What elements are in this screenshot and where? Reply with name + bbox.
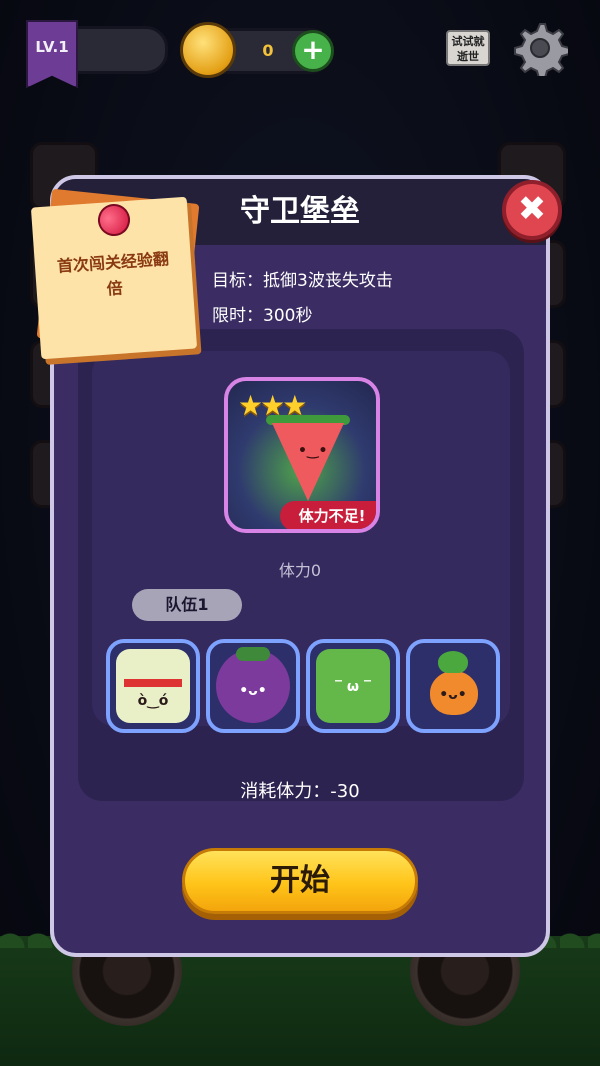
time-value: 300秒 [263,306,313,326]
trial-button[interactable]: 试试就逝世 [446,30,490,66]
team-label[interactable]: 队伍1 [132,589,242,621]
insufficient-stamina-text: 体力不足 [298,507,359,525]
team-slot-4[interactable]: •ᴗ• [406,639,500,733]
time-label: 限时： [212,306,263,326]
first-clear-note-text: 首次闯关经验翻倍 [56,249,170,299]
eggplant-stem [236,647,270,661]
insufficient-stamina-badge: 体力不足! [280,501,376,529]
close-button[interactable]: ✖ [502,180,562,240]
start-button[interactable]: 开始 [182,848,418,914]
goal-value: 抵御3波丧失攻击 [263,271,393,291]
headband [124,679,182,687]
character-face: ‾ ω ‾ [335,679,371,695]
goal-label: 目标： [212,271,263,291]
character-face: •ᴗ• [239,683,267,699]
team-slot-3[interactable]: ‾ ω ‾ [306,639,400,733]
carrot-leaves [438,651,468,673]
character-face: •ᴗ• [439,687,467,703]
coin-icon [180,22,236,78]
carrot-character-icon: •ᴗ• [416,649,490,723]
stamina-cost: 消耗体力：-30 [54,777,546,803]
eggplant-character-icon: •ᴗ• [216,647,290,723]
settings-gear-icon[interactable] [512,20,568,76]
add-coins-button[interactable]: + [292,30,334,72]
level-badge: LV.1 [26,20,78,88]
warning-mark-icon: ! [358,507,366,525]
watermelon-character-icon [272,423,344,501]
team-slot-1[interactable]: ò‿ó [106,639,200,733]
watermelon-face: •‿• [298,443,328,459]
team-slot-2[interactable]: •ᴗ• [206,639,300,733]
cost-value: -30 [330,781,360,802]
time-limit-line: 限时：300秒 [212,301,312,326]
character-face: ò‿ó [137,693,169,709]
cucumber-character-icon: ‾ ω ‾ [316,649,390,723]
stamina-display: 体力0 [278,561,322,580]
leek-character-icon: ò‿ó [116,649,190,723]
cost-label: 消耗体力： [240,781,331,802]
level-preview-card[interactable]: ★★★ •‿• 体力不足! [224,377,380,533]
top-bar: LV.1 0 + 试试就逝世 [0,0,600,90]
goal-line: 目标：抵御3波丧失攻击 [212,266,393,291]
